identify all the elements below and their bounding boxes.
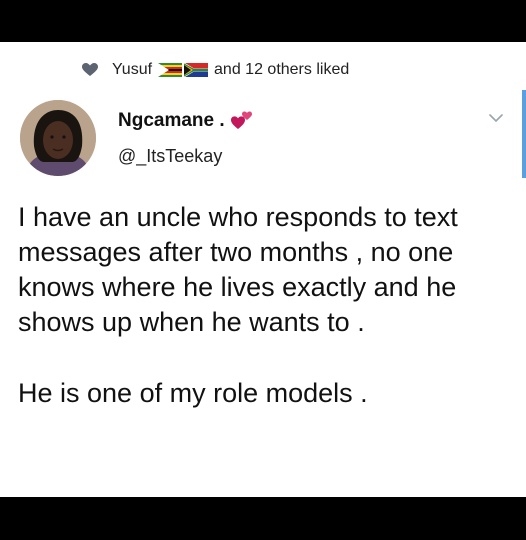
tweet-paragraph: He is one of my role models . <box>18 378 368 408</box>
two-hearts-icon <box>230 111 253 131</box>
liker-name[interactable]: Yusuf <box>112 61 152 79</box>
avatar-image <box>20 100 96 176</box>
tweet-text: I have an uncle who responds to text mes… <box>18 200 513 411</box>
south-africa-flag-icon <box>183 62 209 78</box>
avatar[interactable] <box>20 100 96 176</box>
zimbabwe-flag-icon <box>158 63 183 77</box>
screenshot-frame: Yusuf and 12 others liked Ngcamane . @_I… <box>0 0 526 540</box>
author-display-name[interactable]: Ngcamane . <box>118 110 253 132</box>
display-name-text: Ngcamane . <box>118 110 225 131</box>
heart-icon <box>82 63 98 77</box>
tweet-paragraph: I have an uncle who responds to text mes… <box>18 202 458 337</box>
side-accent-bar <box>522 90 526 178</box>
tweet-menu-button[interactable] <box>484 107 508 131</box>
tweet-card[interactable]: Yusuf and 12 others liked Ngcamane . @_I… <box>0 42 526 497</box>
author-handle[interactable]: @_ItsTeekay <box>118 146 222 167</box>
social-context: Yusuf and 12 others liked <box>82 58 349 82</box>
liked-summary: and 12 others liked <box>214 61 350 78</box>
flag-emojis <box>158 62 209 78</box>
chevron-down-icon <box>489 110 503 128</box>
